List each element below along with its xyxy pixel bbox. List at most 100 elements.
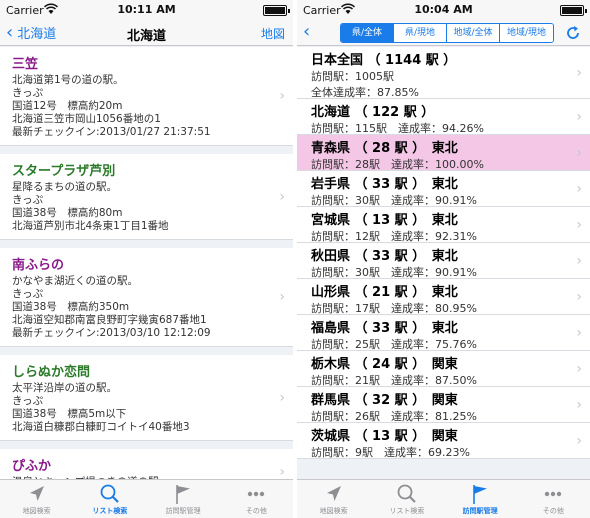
chevron-right-icon: › <box>576 288 582 305</box>
prefecture-title: 群馬県 （ 32 駅 ） 関東 <box>311 393 458 408</box>
station-detail-line: 北海道第1号の道の駅。 <box>12 74 124 86</box>
chevron-right-icon: › <box>576 396 582 413</box>
prefecture-title: 青森県 （ 28 駅 ） 東北 <box>311 141 458 156</box>
segment-4[interactable]: 地域/現地 <box>500 24 553 42</box>
prefecture-visits: 訪問駅：12駅 達成率：92.31% <box>311 230 477 243</box>
chevron-right-icon: › <box>576 216 582 233</box>
back-button[interactable]: ‹ <box>303 23 314 41</box>
prefecture-row[interactable]: 群馬県 （ 32 駅 ） 関東 訪問駅：26駅 達成率：81.25% › <box>297 387 590 423</box>
tab-3[interactable]: 訪問駅管理 <box>444 480 517 518</box>
station-row[interactable]: 三笠 北海道第1号の道の駅。 きっぷ 国道12号 標高約20m 北海道三笠市岡山1056… <box>0 47 293 146</box>
more-dots-icon <box>545 491 562 497</box>
status-bar: Carrier 10:04 AM <box>297 0 590 20</box>
chevron-right-icon: › <box>576 360 582 377</box>
prefecture-visits: 訪問駅：30駅 達成率：90.91% <box>311 194 477 207</box>
station-detail-line: 最新チェックイン:2013/03/10 12:12:09 <box>12 327 211 339</box>
station-row[interactable]: しらぬか恋問 太平洋沿岸の道の駅。 きっぷ 国道38号 標高5m以下 北海道白糠郡白糠町… <box>0 355 293 441</box>
prefecture-title: 栃木県 （ 24 駅 ） 関東 <box>311 357 458 372</box>
status-bar: Carrier 10:11 AM <box>0 0 293 20</box>
tab-1[interactable]: 地図検索 <box>0 480 73 518</box>
map-button[interactable]: 地図 <box>261 25 285 42</box>
clock: 10:04 AM <box>414 3 473 16</box>
chevron-right-icon: › <box>279 464 285 479</box>
station-detail-line: 北海道三笠市岡山1056番地の1 <box>12 113 161 125</box>
page-title: 北海道 <box>126 29 166 44</box>
prefecture-visits: 訪問駅：17駅 達成率：80.95% <box>311 302 477 315</box>
station-list: 三笠 北海道第1号の道の駅。 きっぷ 国道12号 標高約20m 北海道三笠市岡山1056… <box>0 47 293 479</box>
station-row[interactable]: 南ふらの かなやま湖近くの道の駅。 きっぷ 国道38号 標高約350m 北海道空知郡南富… <box>0 248 293 347</box>
prefecture-row[interactable]: 茨城県 （ 13 駅 ） 関東 訪問駅：9駅 達成率：69.23% › <box>297 423 590 459</box>
prefecture-rate: 全体達成率：87.85% <box>311 86 419 99</box>
segment-2[interactable]: 県/現地 <box>394 24 447 42</box>
chevron-left-icon: ‹ <box>303 21 311 42</box>
chevron-right-icon: › <box>279 88 285 104</box>
chevron-right-icon: › <box>576 144 582 161</box>
prefecture-row[interactable]: 福島県 （ 33 駅 ） 東北 訪問駅：25駅 達成率：75.76% › <box>297 315 590 351</box>
station-row[interactable]: スタープラザ芦別 星降るまちの道の駅。 きっぷ 国道38号 標高約80m 北海道芦別市北… <box>0 154 293 240</box>
prefecture-row[interactable]: 青森県 （ 28 駅 ） 東北訪問駅：28駅 達成率：100.00% › <box>297 135 590 171</box>
station-name: 南ふらの <box>12 258 65 273</box>
battery-icon <box>263 5 290 16</box>
station-name: スタープラザ芦別 <box>12 164 116 179</box>
prefecture-title: 岩手県 （ 33 駅 ） 東北 <box>311 177 458 192</box>
battery-icon <box>560 5 587 16</box>
tab-2[interactable]: リスト検索 <box>370 480 443 518</box>
prefecture-title: 茨城県 （ 13 駅 ） 関東 <box>311 429 458 444</box>
segment-1[interactable]: 県/全体 <box>341 24 394 42</box>
chevron-right-icon: › <box>279 389 285 406</box>
tab-1[interactable]: 地図検索 <box>297 480 370 518</box>
station-row[interactable]: ぴふか温泉とキャンプ場つきの道の駅。› <box>0 449 293 479</box>
prefecture-title: 日本全国 （ 1144 駅 ） <box>311 53 457 68</box>
prefecture-row[interactable]: 日本全国 （ 1144 駅 ） 訪問駅：1005駅全体達成率：87.85% › <box>297 47 590 99</box>
prefecture-visits: 訪問駅：1005駅 <box>311 70 394 83</box>
prefecture-row[interactable]: 栃木県 （ 24 駅 ） 関東訪問駅：21駅 達成率：87.50% › <box>297 351 590 387</box>
tab-3[interactable]: 訪問駅管理 <box>147 480 220 518</box>
prefecture-row[interactable]: 岩手県 （ 33 駅 ） 東北訪問駅：30駅 達成率：90.91% › <box>297 171 590 207</box>
segment-3[interactable]: 地域/全体 <box>447 24 500 42</box>
tab-4[interactable]: その他 <box>220 480 293 518</box>
station-detail-line: きっぷ <box>12 288 44 300</box>
station-detail-line: 国道38号 標高約350m <box>12 301 130 313</box>
location-arrow-icon <box>326 486 341 501</box>
clock: 10:11 AM <box>117 3 176 16</box>
flag-icon <box>176 485 191 504</box>
prefecture-row[interactable]: 宮城県 （ 13 駅 ） 東北 訪問駅：12駅 達成率：92.31% › <box>297 207 590 243</box>
chevron-right-icon: › <box>576 252 582 269</box>
station-list-screen: Carrier 10:11 AM ‹ 北海道 北海道 地図 三笠 北海道第1号の道… <box>0 0 293 518</box>
station-detail-line: 国道12号 標高約20m <box>12 100 123 112</box>
flag-icon <box>473 485 488 504</box>
prefecture-row[interactable]: 山形県 （ 21 駅 ） 東北 訪問駅：17駅 達成率：80.95% › <box>297 279 590 315</box>
prefecture-visits: 訪問駅：9駅 達成率：69.23% <box>311 446 470 459</box>
tab-label: 地図検索 <box>319 507 348 515</box>
station-detail-line: 最新チェックイン:2013/01/27 21:37:51 <box>12 126 211 138</box>
location-arrow-icon <box>29 486 44 501</box>
prefecture-title: 秋田県 （ 33 駅 ） 東北 <box>311 249 458 264</box>
station-detail-line: きっぷ <box>12 395 44 407</box>
prefecture-visits: 訪問駅：115駅 達成率：94.26% <box>311 122 484 135</box>
prefecture-row[interactable]: 秋田県 （ 33 駅 ） 東北 訪問駅：30駅 達成率：90.91% › <box>297 243 590 279</box>
prefecture-list: 日本全国 （ 1144 駅 ） 訪問駅：1005駅全体達成率：87.85% › 北海道… <box>297 47 590 479</box>
chevron-right-icon: › <box>576 432 582 449</box>
chevron-right-icon: › <box>279 289 285 305</box>
refresh-icon[interactable] <box>564 24 582 42</box>
prefecture-visits: 訪問駅：21駅 達成率：87.50% <box>311 374 477 387</box>
chevron-right-icon: › <box>576 64 582 81</box>
station-detail-line: 北海道空知郡南富良野町字幾寅687番地1 <box>12 314 207 326</box>
more-dots-icon <box>248 491 265 497</box>
prefecture-row[interactable]: 北海道 （ 122 駅 ） 訪問駅：115駅 達成率：94.26% › <box>297 99 590 135</box>
tab-2[interactable]: リスト検索 <box>73 480 146 518</box>
chevron-right-icon: › <box>576 324 582 341</box>
tab-label: 訪問駅管理 <box>462 507 498 515</box>
tab-label: その他 <box>542 507 564 515</box>
prefecture-visits: 訪問駅：28駅 達成率：100.00% <box>311 158 484 171</box>
magnifier-icon <box>397 484 416 503</box>
tab-label: 訪問駅管理 <box>165 507 201 515</box>
prefecture-title: 福島県 （ 33 駅 ） 東北 <box>311 321 458 336</box>
chevron-right-icon: › <box>576 180 582 197</box>
tab-4[interactable]: その他 <box>517 480 590 518</box>
station-detail-line: 北海道白糠郡白糠町コイトイ40番地3 <box>12 421 190 433</box>
station-detail-line: 国道38号 標高約80m <box>12 207 123 219</box>
tab-label: リスト検索 <box>389 507 425 515</box>
tab-label: 地図検索 <box>22 507 51 515</box>
tab-bar: 地図検索 リスト検索 訪問駅管理 その他 <box>0 479 293 518</box>
